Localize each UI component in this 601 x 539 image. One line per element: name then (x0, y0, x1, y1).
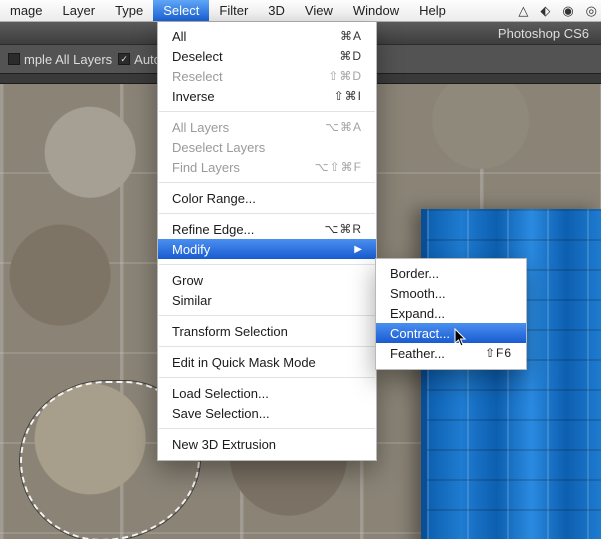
menu-item-new-3d-extrusion[interactable]: New 3D Extrusion (158, 434, 376, 454)
menu-help[interactable]: Help (409, 0, 456, 21)
shortcut-text: ⌥⇧⌘F (315, 160, 362, 174)
shortcut-text: ⌘D (339, 49, 362, 63)
shortcut-text: ⇧⌘I (334, 89, 362, 103)
submenu-item-label: Expand... (390, 306, 445, 321)
menu-item-inverse[interactable]: Inverse ⇧⌘I (158, 86, 376, 106)
shortcut-text: ⌘A (340, 29, 362, 43)
checkbox-icon (8, 53, 20, 65)
menu-item-all[interactable]: All ⌘A (158, 26, 376, 46)
submenu-item-label: Smooth... (390, 286, 446, 301)
submenu-item-label: Contract... (390, 326, 450, 341)
menu-view[interactable]: View (295, 0, 343, 21)
submenu-item-label: Border... (390, 266, 439, 281)
submenu-item-label: Feather... (390, 346, 445, 361)
select-menu-dropdown: All ⌘A Deselect ⌘D Reselect ⇧⌘D Inverse … (157, 22, 377, 461)
menu-item-label: All (172, 29, 186, 44)
menu-item-all-layers: All Layers ⌥⌘A (158, 117, 376, 137)
shortcut-text: ⇧⌘D (328, 69, 362, 83)
menu-type[interactable]: Type (105, 0, 153, 21)
menu-item-label: Similar (172, 293, 212, 308)
menu-item-find-layers: Find Layers ⌥⇧⌘F (158, 157, 376, 177)
submenu-item-contract[interactable]: Contract... (376, 323, 526, 343)
app-title: Photoshop CS6 (498, 26, 589, 41)
menu-item-label: Refine Edge... (172, 222, 254, 237)
menu-separator (159, 264, 375, 265)
menu-item-transform-selection[interactable]: Transform Selection (158, 321, 376, 341)
submenu-item-expand[interactable]: Expand... (376, 303, 526, 323)
modify-submenu: Border... Smooth... Expand... Contract..… (375, 258, 527, 370)
menu-item-label: Deselect (172, 49, 223, 64)
menu-item-label: Edit in Quick Mask Mode (172, 355, 316, 370)
menu-item-label: New 3D Extrusion (172, 437, 276, 452)
shortcut-text: ⌥⌘A (325, 120, 362, 134)
menu-separator (159, 346, 375, 347)
menu-window[interactable]: Window (343, 0, 409, 21)
menu-item-load-selection[interactable]: Load Selection... (158, 383, 376, 403)
menu-item-reselect: Reselect ⇧⌘D (158, 66, 376, 86)
creative-cloud-icon[interactable]: ◎ (586, 3, 597, 19)
sample-all-layers-checkbox[interactable]: mple All Layers (8, 52, 112, 67)
menu-separator (159, 213, 375, 214)
dropbox-icon[interactable]: ⬖ (540, 3, 550, 19)
menu-separator (159, 182, 375, 183)
menu-item-deselect[interactable]: Deselect ⌘D (158, 46, 376, 66)
menu-separator (159, 111, 375, 112)
menu-filter[interactable]: Filter (209, 0, 258, 21)
submenu-item-smooth[interactable]: Smooth... (376, 283, 526, 303)
menu-item-similar[interactable]: Similar (158, 290, 376, 310)
menu-item-quick-mask[interactable]: Edit in Quick Mask Mode (158, 352, 376, 372)
menu-item-label: Load Selection... (172, 386, 269, 401)
menu-item-label: Save Selection... (172, 406, 270, 421)
menu-separator (159, 377, 375, 378)
menu-item-label: Inverse (172, 89, 215, 104)
shortcut-text: ⇧F6 (485, 346, 512, 360)
os-menu-bar: mage Layer Type Select Filter 3D View Wi… (0, 0, 601, 22)
menu-extras: △ ⬖ ◉ ◎ (518, 0, 601, 21)
menu-item-save-selection[interactable]: Save Selection... (158, 403, 376, 423)
menu-item-label: Find Layers (172, 160, 240, 175)
google-drive-icon[interactable]: △ (518, 3, 528, 19)
checkbox-icon: ✓ (118, 53, 130, 65)
menu-item-label: Color Range... (172, 191, 256, 206)
menu-item-label: All Layers (172, 120, 229, 135)
submenu-item-feather[interactable]: Feather... ⇧F6 (376, 343, 526, 363)
menu-3d[interactable]: 3D (258, 0, 295, 21)
menu-separator (159, 315, 375, 316)
menu-layer[interactable]: Layer (53, 0, 106, 21)
submenu-arrow-icon: ▶ (354, 244, 362, 255)
menu-image[interactable]: mage (0, 0, 53, 21)
menu-item-label: Deselect Layers (172, 140, 265, 155)
menu-select[interactable]: Select (153, 0, 209, 21)
display-icon[interactable]: ◉ (562, 3, 573, 19)
submenu-item-border[interactable]: Border... (376, 263, 526, 283)
menu-item-deselect-layers: Deselect Layers (158, 137, 376, 157)
menu-item-label: Modify (172, 242, 210, 257)
menu-item-grow[interactable]: Grow (158, 270, 376, 290)
menu-separator (159, 428, 375, 429)
menu-item-refine-edge[interactable]: Refine Edge... ⌥⌘R (158, 219, 376, 239)
menu-item-color-range[interactable]: Color Range... (158, 188, 376, 208)
sample-all-layers-label: mple All Layers (24, 52, 112, 67)
menu-item-modify[interactable]: Modify ▶ (158, 239, 376, 259)
menu-item-label: Reselect (172, 69, 223, 84)
menu-item-label: Grow (172, 273, 203, 288)
menu-item-label: Transform Selection (172, 324, 288, 339)
shortcut-text: ⌥⌘R (325, 222, 363, 236)
